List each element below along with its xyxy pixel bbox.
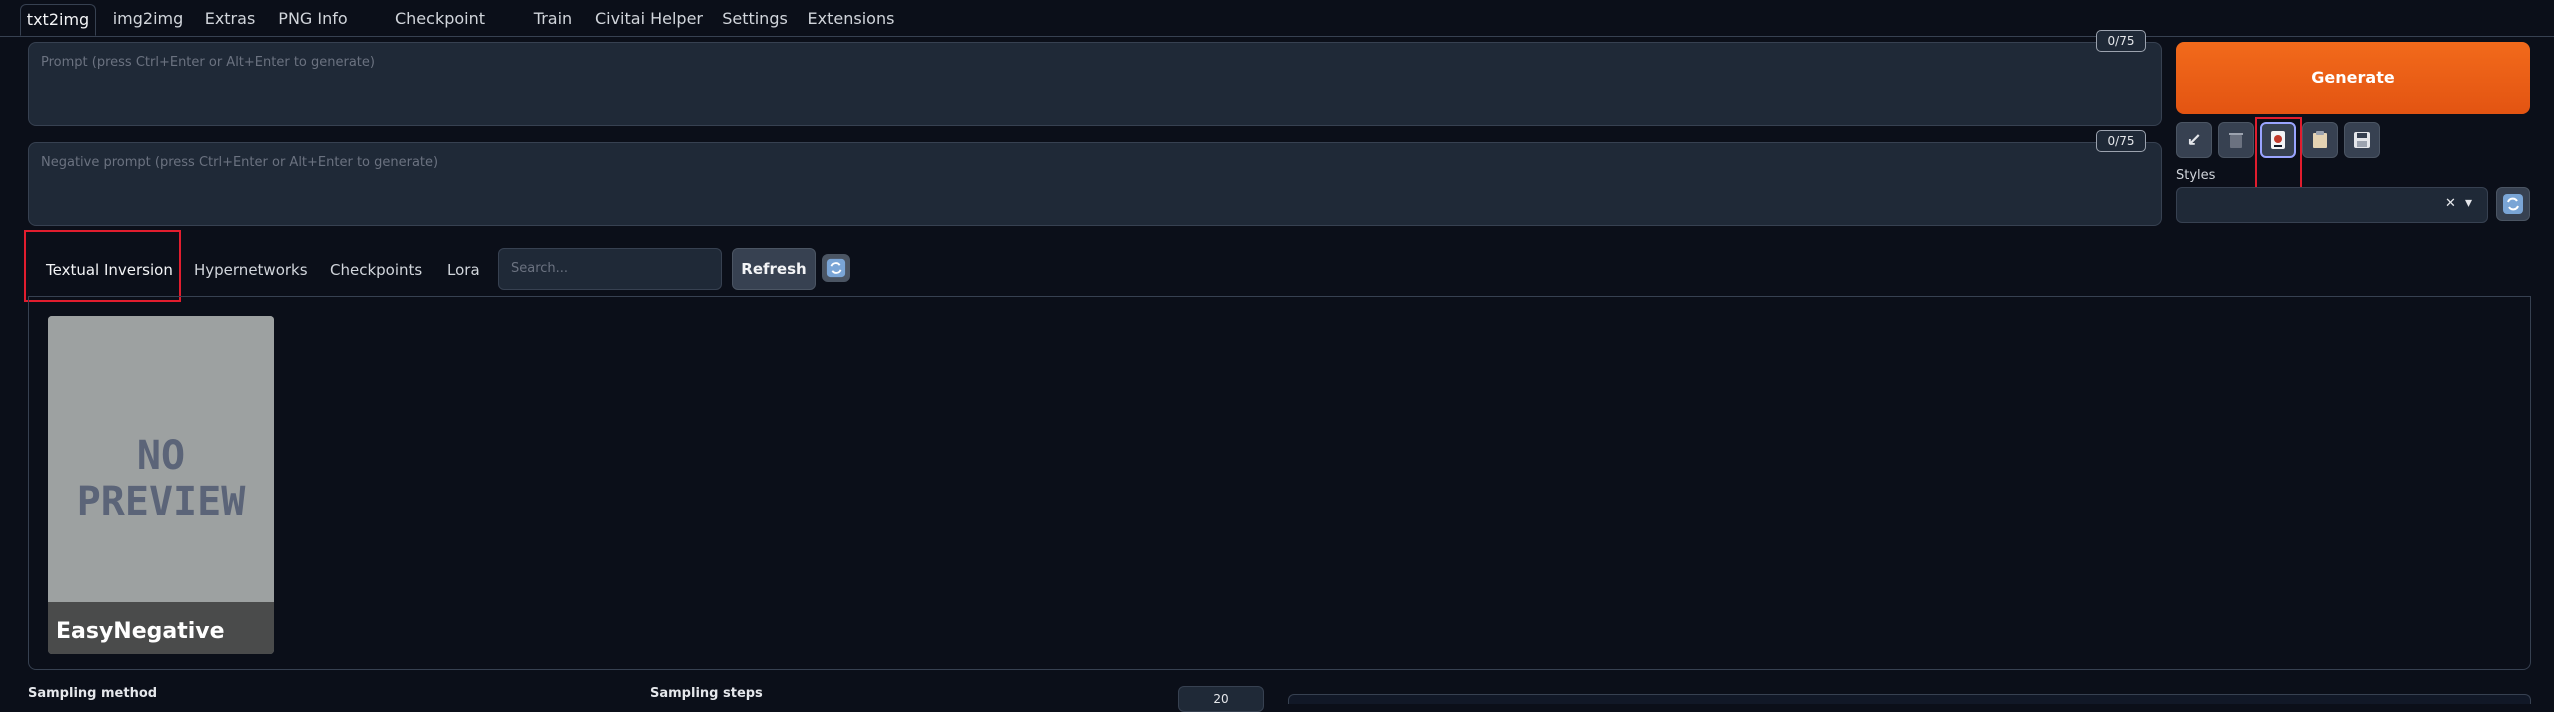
negative-prompt-placeholder: Negative prompt (press Ctrl+Enter or Alt… (41, 155, 439, 170)
clear-styles-icon[interactable]: ✕ (2445, 196, 2456, 211)
tab-img2img[interactable]: img2img (106, 4, 190, 36)
prompt-token-counter: 0/75 (2096, 30, 2146, 52)
styles-dropdown[interactable]: ✕ ▾ (2176, 187, 2488, 223)
right-panel-top-edge (1288, 694, 2531, 704)
no-preview-image: NO PREVIEW (48, 316, 274, 602)
tab-lora[interactable]: Lora (447, 252, 480, 288)
extra-networks-gallery (28, 296, 2531, 670)
sampling-steps-label: Sampling steps (650, 686, 763, 701)
card-name: EasyNegative (56, 619, 225, 644)
tab-extensions[interactable]: Extensions (806, 4, 896, 36)
search-placeholder: Search... (511, 261, 569, 276)
no-preview-text-1: NO (136, 433, 186, 479)
tab-checkpoint-merger[interactable]: Checkpoint Merger (368, 4, 512, 58)
refresh-icon (2503, 194, 2523, 214)
save-style-icon (2354, 132, 2370, 148)
sampling-steps-input[interactable]: 20 (1178, 686, 1264, 712)
sampling-method-label: Sampling method (28, 686, 158, 701)
refresh-styles-button[interactable] (2496, 187, 2530, 221)
tab-extras[interactable]: Extras (198, 4, 262, 36)
network-card[interactable]: NO PREVIEW EasyNegative (48, 316, 274, 654)
main-tab-bar: txt2img img2img Extras PNG Info Checkpoi… (0, 0, 2554, 58)
tab-txt2img[interactable]: txt2img (20, 4, 96, 36)
trash-icon (2229, 133, 2243, 148)
tab-train[interactable]: Train (524, 4, 582, 36)
tab-civitai-helper[interactable]: Civitai Helper (594, 4, 704, 36)
card-title-bar: EasyNegative (48, 602, 274, 654)
styles-label: Styles (2176, 168, 2216, 183)
highlight-textual-inversion-tab (24, 230, 181, 302)
tab-settings[interactable]: Settings (716, 4, 794, 36)
prompt-placeholder: Prompt (press Ctrl+Enter or Alt+Enter to… (41, 55, 375, 70)
networks-reload-button[interactable] (822, 254, 850, 282)
tab-checkpoints[interactable]: Checkpoints (330, 252, 422, 288)
arrow-down-left-icon: ↙ (2186, 129, 2202, 151)
negative-prompt-token-counter: 0/75 (2096, 130, 2146, 152)
refresh-icon (826, 258, 846, 278)
generate-button[interactable]: Generate (2176, 42, 2530, 114)
tab-hypernetworks[interactable]: Hypernetworks (194, 252, 308, 288)
clipboard-icon (2313, 131, 2327, 148)
no-preview-text-2: PREVIEW (76, 479, 246, 525)
networks-search-input[interactable]: Search... (498, 248, 722, 290)
prompt-textarea[interactable]: Prompt (press Ctrl+Enter or Alt+Enter to… (28, 42, 2162, 126)
apply-style-button[interactable] (2302, 122, 2338, 158)
read-generation-params-button[interactable]: ↙ (2176, 122, 2212, 158)
clear-prompt-button[interactable] (2218, 122, 2254, 158)
save-style-button[interactable] (2344, 122, 2380, 158)
networks-refresh-button[interactable]: Refresh (732, 248, 816, 290)
tab-png-info[interactable]: PNG Info (270, 4, 356, 36)
chevron-down-icon: ▾ (2465, 195, 2473, 211)
negative-prompt-textarea[interactable]: Negative prompt (press Ctrl+Enter or Alt… (28, 142, 2162, 226)
